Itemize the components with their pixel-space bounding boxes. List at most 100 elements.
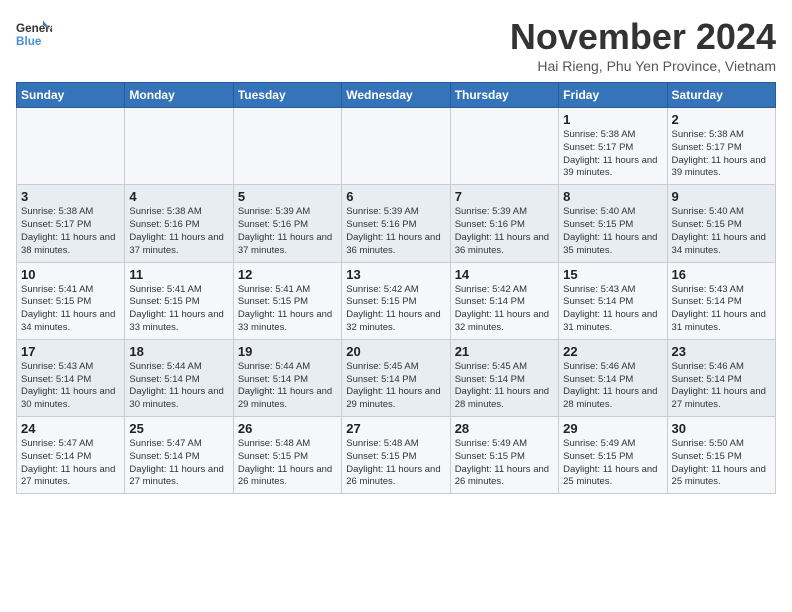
page-header: General Blue November 2024 Hai Rieng, Ph…	[16, 16, 776, 74]
day-number: 10	[21, 267, 120, 282]
day-info: Sunrise: 5:43 AM Sunset: 5:14 PM Dayligh…	[672, 284, 771, 335]
day-number: 15	[563, 267, 662, 282]
day-info: Sunrise: 5:50 AM Sunset: 5:15 PM Dayligh…	[672, 438, 771, 489]
day-number: 27	[346, 421, 445, 436]
calendar-cell: 22Sunrise: 5:46 AM Sunset: 5:14 PM Dayli…	[559, 339, 667, 416]
day-number: 29	[563, 421, 662, 436]
logo: General Blue	[16, 16, 52, 52]
day-info: Sunrise: 5:39 AM Sunset: 5:16 PM Dayligh…	[238, 206, 337, 257]
day-info: Sunrise: 5:42 AM Sunset: 5:14 PM Dayligh…	[455, 284, 554, 335]
calendar-header-row: SundayMondayTuesdayWednesdayThursdayFrid…	[17, 83, 776, 108]
weekday-header: Friday	[559, 83, 667, 108]
location: Hai Rieng, Phu Yen Province, Vietnam	[510, 58, 776, 74]
calendar-cell: 8Sunrise: 5:40 AM Sunset: 5:15 PM Daylig…	[559, 185, 667, 262]
day-info: Sunrise: 5:39 AM Sunset: 5:16 PM Dayligh…	[346, 206, 445, 257]
calendar-cell: 2Sunrise: 5:38 AM Sunset: 5:17 PM Daylig…	[667, 108, 775, 185]
day-info: Sunrise: 5:48 AM Sunset: 5:15 PM Dayligh…	[238, 438, 337, 489]
calendar-cell: 29 Sunrise: 5:49 AM Sunset: 5:15 PM Dayli…	[559, 417, 667, 494]
day-info: Sunrise: 5:38 AM Sunset: 5:16 PM Dayligh…	[129, 206, 228, 257]
calendar-cell: 23 Sunrise: 5:46 AM Sunset: 5:14 PM Dayli…	[667, 339, 775, 416]
day-info: Sunrise: 5:47 AM Sunset: 5:14 PM Dayligh…	[129, 438, 228, 489]
day-number: 17	[21, 344, 120, 359]
calendar-cell: 3Sunrise: 5:38 AM Sunset: 5:17 PM Daylig…	[17, 185, 125, 262]
calendar-cell: 7 Sunrise: 5:39 AM Sunset: 5:16 PM Daylig…	[450, 185, 558, 262]
day-number: 25	[129, 421, 228, 436]
calendar-cell: 20 Sunrise: 5:45 AM Sunset: 5:14 PM Dayli…	[342, 339, 450, 416]
day-number: 12	[238, 267, 337, 282]
calendar-cell: 12 Sunrise: 5:41 AM Sunset: 5:15 PM Dayli…	[233, 262, 341, 339]
day-number: 18	[129, 344, 228, 359]
weekday-header: Thursday	[450, 83, 558, 108]
calendar-cell	[233, 108, 341, 185]
calendar-cell: 18 Sunrise: 5:44 AM Sunset: 5:14 PM Dayli…	[125, 339, 233, 416]
calendar-cell	[342, 108, 450, 185]
calendar-week-row: 3Sunrise: 5:38 AM Sunset: 5:17 PM Daylig…	[17, 185, 776, 262]
day-info: Sunrise: 5:49 AM Sunset: 5:15 PM Dayligh…	[563, 438, 662, 489]
day-info: Sunrise: 5:38 AM Sunset: 5:17 PM Dayligh…	[563, 129, 662, 180]
day-info: Sunrise: 5:47 AM Sunset: 5:14 PM Dayligh…	[21, 438, 120, 489]
title-section: November 2024 Hai Rieng, Phu Yen Provinc…	[510, 16, 776, 74]
calendar-week-row: 24 Sunrise: 5:47 AM Sunset: 5:14 PM Dayli…	[17, 417, 776, 494]
calendar-cell	[17, 108, 125, 185]
day-number: 11	[129, 267, 228, 282]
day-number: 24	[21, 421, 120, 436]
calendar-cell: 13 Sunrise: 5:42 AM Sunset: 5:15 PM Dayli…	[342, 262, 450, 339]
calendar-cell: 16 Sunrise: 5:43 AM Sunset: 5:14 PM Dayli…	[667, 262, 775, 339]
calendar-cell: 10 Sunrise: 5:41 AM Sunset: 5:15 PM Dayli…	[17, 262, 125, 339]
day-number: 13	[346, 267, 445, 282]
day-info: Sunrise: 5:45 AM Sunset: 5:14 PM Dayligh…	[455, 361, 554, 412]
calendar-cell: 4 Sunrise: 5:38 AM Sunset: 5:16 PM Daylig…	[125, 185, 233, 262]
day-number: 7	[455, 189, 554, 204]
day-info: Sunrise: 5:38 AM Sunset: 5:17 PM Dayligh…	[672, 129, 771, 180]
day-info: Sunrise: 5:42 AM Sunset: 5:15 PM Dayligh…	[346, 284, 445, 335]
day-number: 9	[672, 189, 771, 204]
day-number: 21	[455, 344, 554, 359]
calendar-week-row: 10 Sunrise: 5:41 AM Sunset: 5:15 PM Dayli…	[17, 262, 776, 339]
day-info: Sunrise: 5:39 AM Sunset: 5:16 PM Dayligh…	[455, 206, 554, 257]
day-info: Sunrise: 5:40 AM Sunset: 5:15 PM Dayligh…	[672, 206, 771, 257]
calendar-cell: 21 Sunrise: 5:45 AM Sunset: 5:14 PM Dayli…	[450, 339, 558, 416]
day-number: 23	[672, 344, 771, 359]
day-number: 20	[346, 344, 445, 359]
calendar-cell: 24 Sunrise: 5:47 AM Sunset: 5:14 PM Dayli…	[17, 417, 125, 494]
calendar-cell	[125, 108, 233, 185]
calendar-cell	[450, 108, 558, 185]
calendar-table: SundayMondayTuesdayWednesdayThursdayFrid…	[16, 82, 776, 494]
day-info: Sunrise: 5:45 AM Sunset: 5:14 PM Dayligh…	[346, 361, 445, 412]
day-number: 16	[672, 267, 771, 282]
calendar-cell: 28 Sunrise: 5:49 AM Sunset: 5:15 PM Dayli…	[450, 417, 558, 494]
day-info: Sunrise: 5:46 AM Sunset: 5:14 PM Dayligh…	[672, 361, 771, 412]
day-info: Sunrise: 5:43 AM Sunset: 5:14 PM Dayligh…	[21, 361, 120, 412]
calendar-cell: 30Sunrise: 5:50 AM Sunset: 5:15 PM Dayli…	[667, 417, 775, 494]
calendar-cell: 9 Sunrise: 5:40 AM Sunset: 5:15 PM Daylig…	[667, 185, 775, 262]
calendar-week-row: 1Sunrise: 5:38 AM Sunset: 5:17 PM Daylig…	[17, 108, 776, 185]
day-number: 19	[238, 344, 337, 359]
day-info: Sunrise: 5:41 AM Sunset: 5:15 PM Dayligh…	[238, 284, 337, 335]
day-number: 5	[238, 189, 337, 204]
calendar-cell: 15 Sunrise: 5:43 AM Sunset: 5:14 PM Dayli…	[559, 262, 667, 339]
day-info: Sunrise: 5:49 AM Sunset: 5:15 PM Dayligh…	[455, 438, 554, 489]
day-number: 6	[346, 189, 445, 204]
weekday-header: Wednesday	[342, 83, 450, 108]
day-info: Sunrise: 5:48 AM Sunset: 5:15 PM Dayligh…	[346, 438, 445, 489]
month-title: November 2024	[510, 16, 776, 58]
day-info: Sunrise: 5:41 AM Sunset: 5:15 PM Dayligh…	[21, 284, 120, 335]
day-number: 26	[238, 421, 337, 436]
calendar-cell: 5 Sunrise: 5:39 AM Sunset: 5:16 PM Daylig…	[233, 185, 341, 262]
day-info: Sunrise: 5:41 AM Sunset: 5:15 PM Dayligh…	[129, 284, 228, 335]
calendar-cell: 25 Sunrise: 5:47 AM Sunset: 5:14 PM Dayli…	[125, 417, 233, 494]
day-info: Sunrise: 5:43 AM Sunset: 5:14 PM Dayligh…	[563, 284, 662, 335]
day-info: Sunrise: 5:46 AM Sunset: 5:14 PM Dayligh…	[563, 361, 662, 412]
day-number: 28	[455, 421, 554, 436]
logo-icon: General Blue	[16, 16, 52, 52]
calendar-cell: 17 Sunrise: 5:43 AM Sunset: 5:14 PM Dayli…	[17, 339, 125, 416]
svg-text:General: General	[16, 22, 52, 35]
day-info: Sunrise: 5:44 AM Sunset: 5:14 PM Dayligh…	[129, 361, 228, 412]
weekday-header: Saturday	[667, 83, 775, 108]
calendar-cell: 1Sunrise: 5:38 AM Sunset: 5:17 PM Daylig…	[559, 108, 667, 185]
day-info: Sunrise: 5:38 AM Sunset: 5:17 PM Dayligh…	[21, 206, 120, 257]
calendar-cell: 11 Sunrise: 5:41 AM Sunset: 5:15 PM Dayli…	[125, 262, 233, 339]
weekday-header: Sunday	[17, 83, 125, 108]
calendar-cell: 27 Sunrise: 5:48 AM Sunset: 5:15 PM Dayli…	[342, 417, 450, 494]
day-number: 4	[129, 189, 228, 204]
